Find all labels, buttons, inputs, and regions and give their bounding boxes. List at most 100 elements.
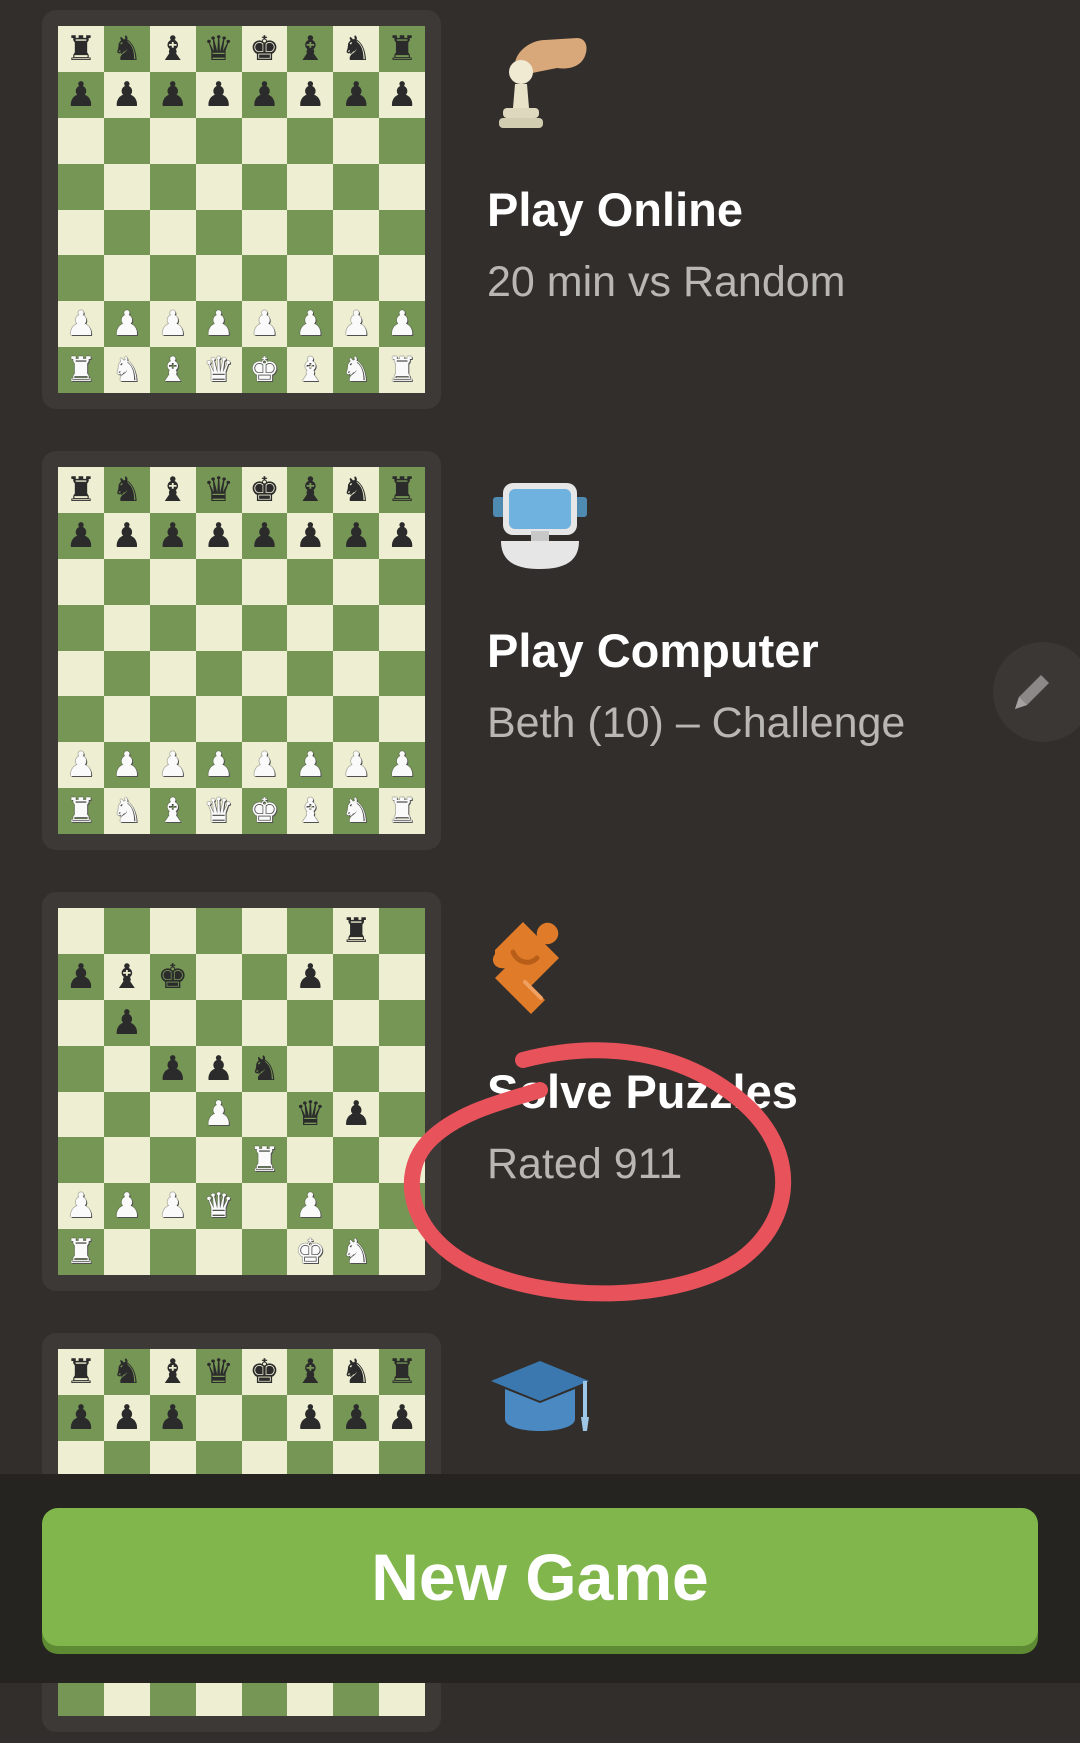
board-square bbox=[287, 696, 334, 743]
board-square: ♚ bbox=[241, 788, 288, 834]
board-square: ♟ bbox=[333, 512, 380, 559]
white-pawn-icon: ♟ bbox=[65, 1186, 97, 1227]
black-king-icon: ♚ bbox=[249, 28, 280, 69]
black-pawn-icon: ♟ bbox=[111, 1002, 143, 1043]
black-king-icon: ♚ bbox=[157, 956, 188, 997]
board-square bbox=[58, 255, 104, 302]
white-knight-icon: ♞ bbox=[111, 350, 143, 391]
black-pawn-icon: ♟ bbox=[340, 1397, 372, 1438]
board-square bbox=[58, 1045, 104, 1092]
board-square: ♟ bbox=[379, 301, 425, 348]
black-pawn-icon: ♟ bbox=[203, 515, 234, 556]
black-rook-icon: ♜ bbox=[340, 910, 372, 951]
board-preview-frame: ♜ ♞ ♝ ♛ ♚ ♝ ♞ ♜ ♟ ♟ ♟ ♟ ♟ ♟ ♟ ♟ ♟ ♟ ♟ ♟ ♟ ♟ ♟ ♟ ♜ ♞ ♝ ♛ ♚ ♝ ♞ ♜ bbox=[42, 10, 441, 409]
white-pawn-icon: ♟ bbox=[157, 304, 188, 345]
board-square bbox=[103, 650, 150, 697]
board-square: ♟ bbox=[241, 742, 288, 789]
board-square: ♞ bbox=[333, 788, 380, 834]
board-square: ♝ bbox=[149, 26, 196, 72]
board-square: ♟ bbox=[287, 1183, 334, 1230]
board-square bbox=[333, 163, 380, 210]
black-bishop-icon: ♝ bbox=[111, 956, 143, 997]
card-play-online[interactable]: ♜ ♞ ♝ ♛ ♚ ♝ ♞ ♜ ♟ ♟ ♟ ♟ ♟ ♟ ♟ ♟ ♟ ♟ ♟ ♟ ♟ ♟ ♟ ♟ ♜ ♞ ♝ ♛ ♚ ♝ ♞ ♜ Play On… bbox=[0, 0, 1080, 420]
board-square bbox=[58, 999, 104, 1046]
board-square: ♟ bbox=[149, 71, 196, 118]
board-square bbox=[333, 999, 380, 1046]
board-square bbox=[103, 117, 150, 164]
black-queen-icon: ♛ bbox=[203, 1351, 234, 1392]
black-knight-icon: ♞ bbox=[340, 1351, 372, 1392]
board-square bbox=[287, 1045, 334, 1092]
black-bishop-icon: ♝ bbox=[157, 469, 188, 510]
board-square: ♝ bbox=[149, 788, 196, 834]
board-square bbox=[287, 558, 334, 605]
card-play-computer[interactable]: ♜ ♞ ♝ ♛ ♚ ♝ ♞ ♜ ♟ ♟ ♟ ♟ ♟ ♟ ♟ ♟ ♟ ♟ ♟ ♟ ♟ ♟ ♟ ♟ ♜ ♞ ♝ ♛ ♚ ♝ ♞ ♜ Play Co… bbox=[0, 441, 1080, 861]
white-rook-icon: ♜ bbox=[386, 350, 418, 391]
board-square: ♟ bbox=[287, 742, 334, 789]
board-square: ♜ bbox=[379, 26, 425, 72]
board-square: ♟ bbox=[195, 742, 242, 789]
black-rook-icon: ♜ bbox=[65, 1351, 97, 1392]
board-square bbox=[195, 255, 242, 302]
board-square: ♜ bbox=[58, 788, 104, 834]
board-square bbox=[149, 908, 196, 954]
board-square bbox=[58, 117, 104, 164]
black-rook-icon: ♜ bbox=[65, 469, 97, 510]
board-square: ♟ bbox=[103, 1394, 150, 1441]
white-queen-icon: ♛ bbox=[203, 791, 234, 832]
board-square: ♜ bbox=[58, 1349, 104, 1395]
white-pawn-icon: ♟ bbox=[295, 1186, 326, 1227]
new-game-button[interactable]: New Game bbox=[42, 1508, 1038, 1646]
board-square bbox=[103, 209, 150, 256]
card-solve-puzzles[interactable]: ♜ ♟ ♝ ♚ ♟ ♟ ♟ ♟ ♞ ♟ ♛ ♟ ♜ ♟ ♟ ♟ ♛ ♟ ♜ ♚ ♞ Solve Puzzles Rate… bbox=[0, 882, 1080, 1302]
black-pawn-icon: ♟ bbox=[65, 1397, 97, 1438]
board-square: ♜ bbox=[379, 467, 425, 513]
white-knight-icon: ♞ bbox=[340, 1232, 372, 1273]
white-pawn-icon: ♟ bbox=[111, 304, 143, 345]
card-title: Solve Puzzles bbox=[487, 1065, 798, 1118]
board-square: ♟ bbox=[149, 1183, 196, 1230]
black-knight-icon: ♞ bbox=[111, 469, 143, 510]
board-square bbox=[58, 1137, 104, 1184]
board-square: ♟ bbox=[149, 301, 196, 348]
board-square: ♟ bbox=[195, 71, 242, 118]
board-square bbox=[149, 209, 196, 256]
black-pawn-icon: ♟ bbox=[111, 1397, 143, 1438]
board-preview-frame: ♜ ♞ ♝ ♛ ♚ ♝ ♞ ♜ ♟ ♟ ♟ ♟ ♟ ♟ ♟ ♟ ♟ ♟ ♟ ♟ ♟ ♟ ♟ ♟ ♜ ♞ ♝ ♛ ♚ ♝ ♞ ♜ bbox=[42, 451, 441, 850]
board-square bbox=[379, 1045, 425, 1092]
board-square bbox=[379, 255, 425, 302]
board-square bbox=[241, 953, 288, 1000]
white-king-icon: ♚ bbox=[295, 1232, 326, 1273]
board-square: ♟ bbox=[58, 512, 104, 559]
white-pawn-icon: ♟ bbox=[203, 745, 234, 786]
board-square: ♛ bbox=[195, 1349, 242, 1395]
board-square bbox=[149, 650, 196, 697]
board-square: ♚ bbox=[241, 467, 288, 513]
white-pawn-icon: ♟ bbox=[386, 745, 418, 786]
board-square: ♜ bbox=[379, 347, 425, 393]
board-square bbox=[58, 209, 104, 256]
board-square bbox=[379, 650, 425, 697]
board-square bbox=[379, 1137, 425, 1184]
board-square bbox=[149, 1137, 196, 1184]
board-square bbox=[379, 908, 425, 954]
board-square: ♝ bbox=[103, 953, 150, 1000]
board-square: ♚ bbox=[241, 1349, 288, 1395]
board-square bbox=[379, 999, 425, 1046]
puzzle-piece-icon bbox=[492, 922, 559, 1014]
board-square: ♟ bbox=[379, 512, 425, 559]
black-rook-icon: ♜ bbox=[386, 1351, 418, 1392]
board-square bbox=[195, 999, 242, 1046]
black-king-icon: ♚ bbox=[249, 1351, 280, 1392]
board-square bbox=[241, 1394, 288, 1441]
board-square bbox=[149, 604, 196, 651]
black-knight-icon: ♞ bbox=[111, 1351, 143, 1392]
bottom-action-bar: New Game bbox=[0, 1474, 1080, 1683]
board-square bbox=[195, 209, 242, 256]
white-pawn-icon: ♟ bbox=[65, 304, 97, 345]
board-square bbox=[103, 1045, 150, 1092]
black-pawn-icon: ♟ bbox=[157, 1397, 188, 1438]
computer-robot-icon bbox=[493, 483, 587, 569]
white-queen-icon: ♛ bbox=[203, 1186, 234, 1227]
board-square bbox=[103, 908, 150, 954]
